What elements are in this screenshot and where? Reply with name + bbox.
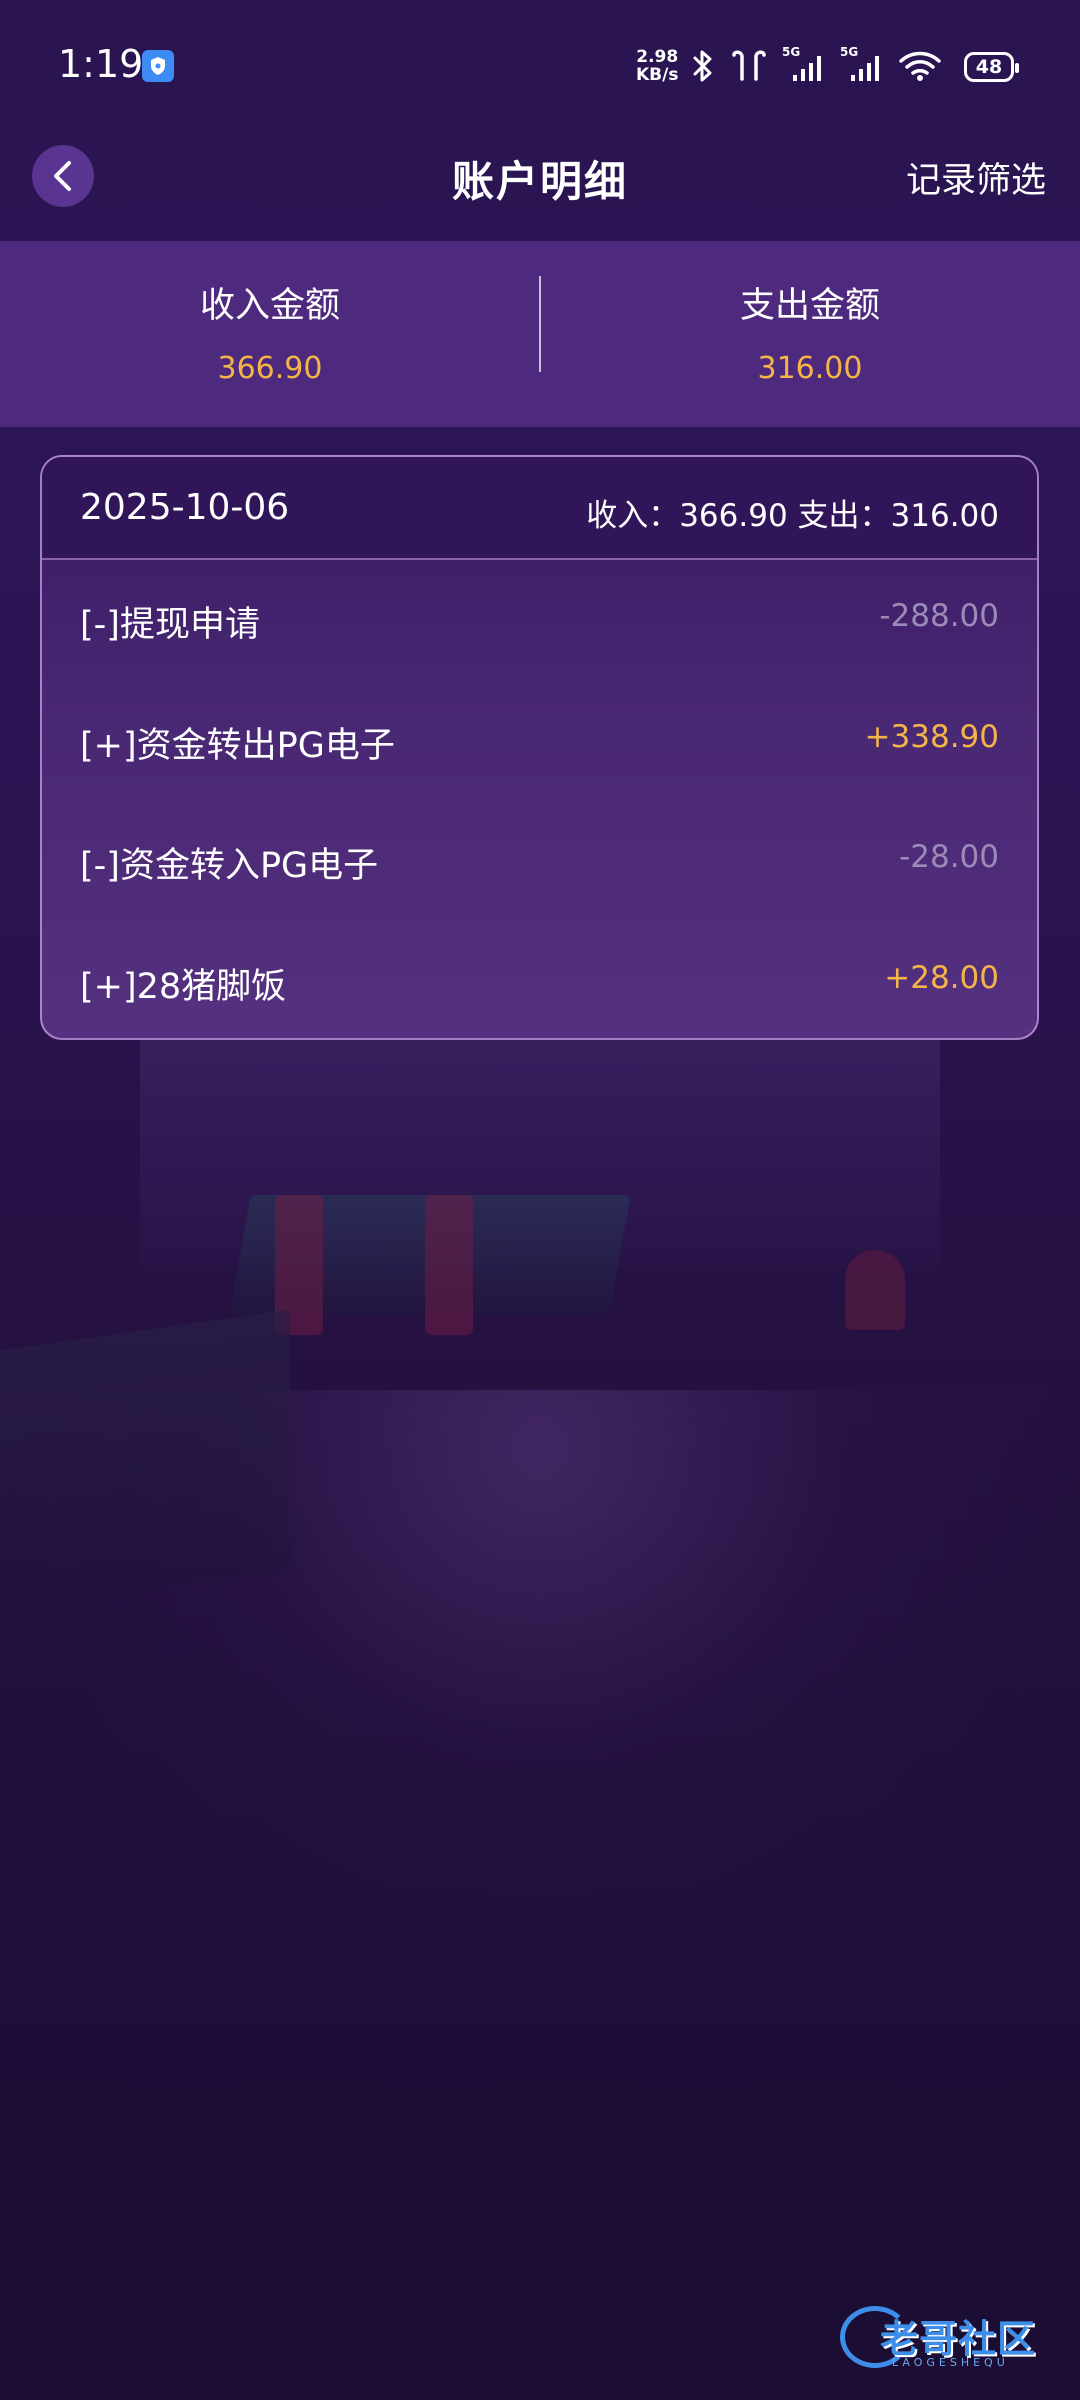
transaction-amount: +338.90: [864, 718, 999, 755]
earbuds-icon: [732, 50, 766, 81]
cell-signal-icon: [793, 56, 821, 81]
income-value: 366.90: [217, 351, 323, 386]
transaction-row[interactable]: [+]28猪脚饭 +28.00: [42, 922, 1037, 1039]
signal-1: 5G: [782, 45, 826, 83]
summary-band: 收入金额 366.90 支出金额 316.00: [0, 241, 1080, 427]
watermark-subtext: LAOGESHEQU: [892, 2356, 1009, 2369]
card-daily-totals: 收入：366.90 支出：316.00: [586, 498, 999, 534]
status-bar: 1:19 2.98 KB/s 5G 5G 48: [0, 0, 1080, 130]
income-summary: 收入金额 366.90: [0, 241, 540, 427]
header: 账户明细 记录筛选: [0, 130, 1080, 240]
background-counter: [0, 1309, 290, 1611]
record-filter-button[interactable]: 记录筛选: [906, 152, 1046, 203]
network-speed: 2.98 KB/s: [636, 48, 678, 84]
card-header: 2025-10-06 收入：366.90 支出：316.00: [42, 457, 1037, 560]
status-time: 1:19: [58, 42, 144, 86]
transaction-name: [+]28猪脚饭: [80, 966, 287, 1007]
daily-detail-card: 2025-10-06 收入：366.90 支出：316.00 [-]提现申请 -…: [40, 455, 1039, 1040]
network-speed-unit: KB/s: [636, 65, 679, 85]
transaction-amount: +28.00: [884, 959, 999, 996]
background-floor: [0, 1390, 1080, 1990]
background-stool: [845, 1250, 905, 1330]
transaction-row[interactable]: [-]提现申请 -288.00: [42, 560, 1037, 681]
signal-2: 5G: [840, 45, 884, 83]
transaction-amount: -28.00: [899, 839, 999, 875]
expense-summary: 支出金额 316.00: [540, 241, 1080, 427]
background-scene: [0, 1030, 1080, 2030]
wifi-icon: [899, 51, 941, 81]
card-date: 2025-10-06: [80, 487, 290, 528]
background-chair: [275, 1195, 323, 1335]
cell-signal-icon: [851, 56, 879, 81]
transaction-list: [-]提现申请 -288.00 [+]资金转出PG电子 +338.90 [-]资…: [42, 560, 1037, 1039]
background-table: [229, 1195, 631, 1315]
income-label: 收入金额: [199, 286, 340, 326]
network-speed-value: 2.98: [636, 47, 679, 67]
transaction-row[interactable]: [-]资金转入PG电子 -28.00: [42, 801, 1037, 922]
expense-value: 316.00: [757, 351, 863, 386]
status-icons: 5G 5G: [690, 45, 942, 86]
background-chair: [425, 1195, 473, 1335]
background-wall: [140, 1030, 940, 1270]
watermark-logo: 老哥社区 LAOGESHEQU: [840, 2300, 1070, 2380]
transaction-row[interactable]: [+]资金转出PG电子 +338.90: [42, 681, 1037, 802]
expense-label: 支出金额: [739, 286, 880, 326]
watermark-text: 老哥社区: [880, 2317, 1037, 2361]
battery-indicator: 48: [964, 52, 1019, 82]
transaction-name: [-]提现申请: [80, 605, 260, 645]
transaction-amount: -288.00: [879, 598, 999, 634]
transaction-name: [+]资金转出PG电子: [80, 725, 395, 766]
vpn-shield-icon: [142, 50, 174, 82]
transaction-name: [-]资金转入PG电子: [80, 846, 379, 886]
bluetooth-icon: [693, 50, 712, 82]
